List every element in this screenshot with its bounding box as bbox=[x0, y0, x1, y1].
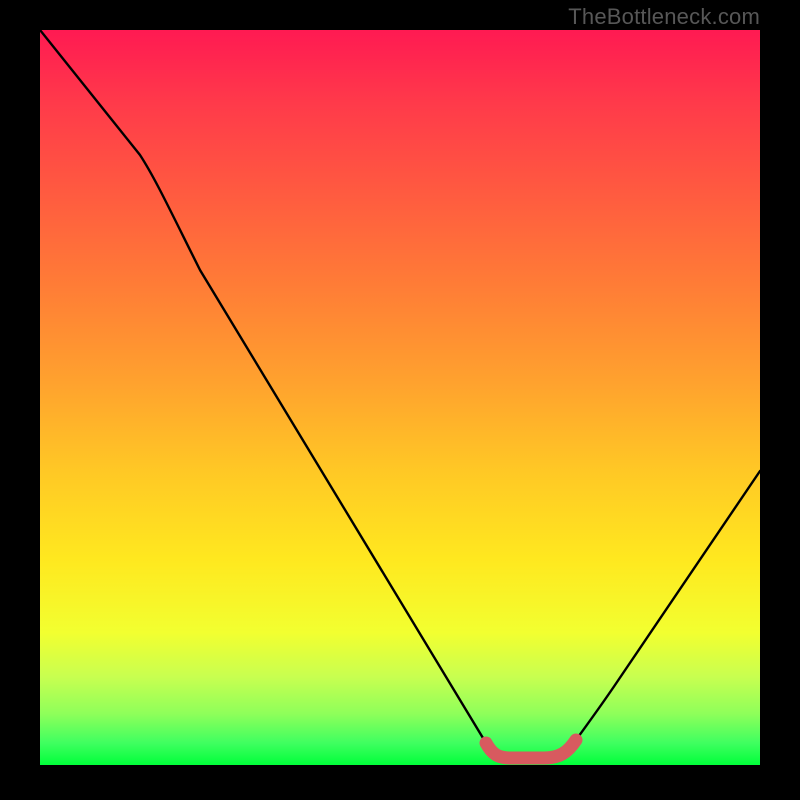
optimal-range-highlight bbox=[486, 740, 576, 758]
bottleneck-curve bbox=[40, 30, 760, 758]
chart-svg bbox=[40, 30, 760, 765]
watermark-text: TheBottleneck.com bbox=[568, 4, 760, 30]
plot-area bbox=[40, 30, 760, 765]
chart-frame: TheBottleneck.com bbox=[0, 0, 800, 800]
